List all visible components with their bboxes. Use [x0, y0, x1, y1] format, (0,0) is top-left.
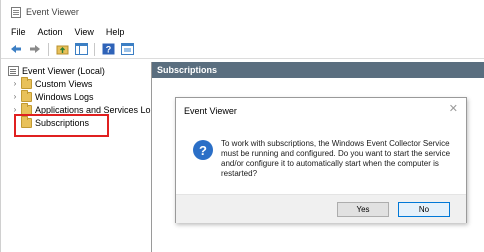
forward-arrow-icon[interactable] [28, 42, 42, 56]
title-bar: Event Viewer [1, 0, 484, 24]
window-title: Event Viewer [26, 7, 79, 17]
event-viewer-window: Event Viewer File Action View Help ? Eve… [0, 0, 484, 252]
subscriptions-highlight-box [14, 114, 109, 137]
dialog-footer: Yes No [176, 194, 466, 223]
back-arrow-icon[interactable] [9, 42, 23, 56]
up-folder-icon[interactable] [55, 42, 69, 56]
menu-help[interactable]: Help [106, 27, 125, 37]
tree-item-windows-logs[interactable]: › Windows Logs [11, 89, 94, 103]
tree-item-label: Applications and Services Lo [35, 104, 151, 115]
dialog-message: To work with subscriptions, the Windows … [221, 139, 451, 178]
folder-icon [21, 89, 32, 102]
help-icon[interactable]: ? [101, 42, 115, 56]
dialog-title: Event Viewer [184, 106, 237, 116]
menu-bar: File Action View Help [1, 24, 484, 40]
chevron-right-icon[interactable]: › [11, 90, 19, 103]
console-tree: Event Viewer (Local) › Custom Views › Wi… [1, 62, 152, 252]
toolbar: ? [1, 40, 484, 59]
close-icon[interactable]: ✕ [449, 102, 458, 115]
yes-button[interactable]: Yes [337, 202, 389, 217]
results-pane-header: Subscriptions [152, 62, 484, 78]
tree-item-label: Custom Views [35, 78, 93, 89]
properties-icon[interactable] [120, 42, 134, 56]
svg-text:?: ? [105, 45, 111, 55]
menu-file[interactable]: File [11, 27, 26, 37]
chevron-right-icon[interactable]: › [11, 77, 19, 90]
toolbar-separator [94, 42, 95, 56]
event-viewer-dialog: Event Viewer ✕ ? To work with subscripti… [175, 97, 467, 223]
tree-root-event-viewer-local[interactable]: Event Viewer (Local) [8, 64, 105, 77]
tree-item-label: Windows Logs [35, 91, 94, 102]
event-viewer-app-icon [11, 6, 21, 18]
menu-action[interactable]: Action [38, 27, 63, 37]
question-icon: ? [193, 140, 213, 160]
show-hide-tree-icon[interactable] [74, 42, 88, 56]
folder-icon [21, 102, 32, 115]
folder-icon [21, 76, 32, 89]
event-viewer-icon [8, 65, 19, 76]
toolbar-separator [48, 42, 49, 56]
no-button[interactable]: No [398, 202, 450, 217]
tree-root-label: Event Viewer (Local) [22, 65, 105, 76]
menu-view[interactable]: View [75, 27, 94, 37]
tree-item-custom-views[interactable]: › Custom Views [11, 76, 93, 90]
